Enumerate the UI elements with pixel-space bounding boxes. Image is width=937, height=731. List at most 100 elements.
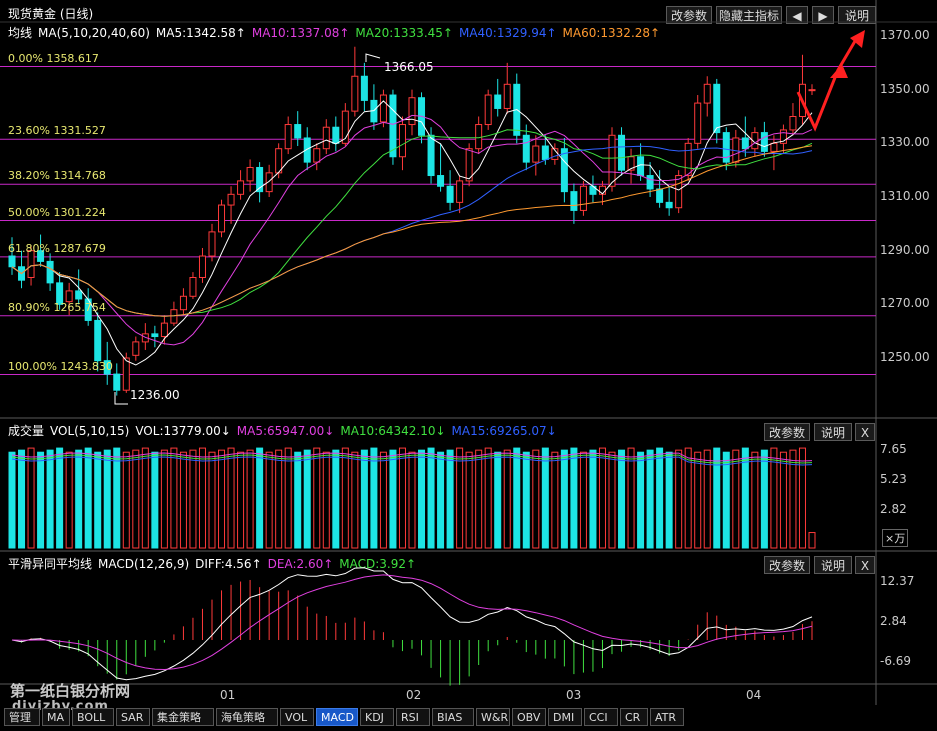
tab-atr[interactable]: ATR [650,708,684,726]
volume-bar [170,447,178,549]
volume-bar [732,449,740,549]
price-axis-label: 1290.00 [880,242,930,257]
tab-cci[interactable]: CCI [584,708,618,726]
volume-bar [446,449,454,549]
candle-body [541,145,549,160]
tab-bias[interactable]: BIAS [432,708,474,726]
tab-集金策略[interactable]: 集金策略 [152,708,214,726]
volume-bar [113,447,121,549]
candle-body [760,132,768,152]
candle-body [170,309,178,324]
volume-bar [122,451,130,549]
volume-bar [94,451,102,549]
tab-管理[interactable]: 管理 [4,708,40,726]
macd-axis-low: -6.69 [880,654,912,668]
fib-level-label: 38.20% 1314.768 [8,169,106,183]
volume-bar [503,449,511,549]
volume-bar [246,449,254,549]
tab-w&r[interactable]: W&R [476,708,510,726]
fib-level-label: 23.60% 1331.527 [8,124,106,138]
ma5-line [11,100,813,366]
volume-bar [294,451,302,549]
volume-bar [608,451,616,549]
volume-bar [75,449,83,549]
tab-rsi[interactable]: RSI [396,708,430,726]
candle-body [646,175,654,190]
candle-body [618,134,626,171]
volume-bar [256,447,264,549]
candle-body [322,126,330,150]
candle-body [484,94,492,126]
volume-bar [208,451,216,549]
volume-bar [570,447,578,549]
candle-body [227,193,235,206]
candle-body [122,357,130,391]
candle-body [246,166,254,182]
candle-body [294,124,302,139]
volume-bar [313,447,321,549]
candle-body [446,185,454,203]
tab-dmi[interactable]: DMI [548,708,582,726]
volume-bar [579,451,587,549]
tab-sar[interactable]: SAR [116,708,150,726]
tab-vol[interactable]: VOL [280,708,314,726]
price-axis-label: 1310.00 [880,189,930,203]
volume-bar [27,447,35,549]
tab-kdj[interactable]: KDJ [360,708,394,726]
volume-bar [522,451,530,549]
volume-bar [8,451,16,549]
volume-bar [284,447,292,549]
tab-海龟策略[interactable]: 海龟策略 [216,708,278,726]
candle-body [713,83,721,134]
candle-body [808,89,816,92]
fib-level-label: 0.00% 1358.617 [8,51,99,65]
candle-body [198,255,206,278]
x-axis-label-01: 01 [220,688,236,702]
volume-bar [56,447,64,549]
high-annotation: 1366.05 [384,60,434,74]
volume-axis-low: 2.82 [880,502,907,516]
price-axis-label: 1250.00 [880,350,930,364]
volume-bar [332,449,340,549]
candle-body [113,373,121,391]
volume-bar [665,451,673,549]
candle-body [741,137,749,150]
volume-bar [303,449,311,549]
candle-body [608,134,616,187]
candle-body [494,94,502,109]
high-marker [365,53,381,62]
volume-bar [160,449,168,549]
watermark-title: 第一纸白银分析网 [10,682,131,700]
volume-axis-top: 7.65 [880,442,907,456]
tab-macd[interactable]: MACD [316,708,358,726]
x-axis-label-04: 04 [746,688,762,702]
tab-obv[interactable]: OBV [512,708,546,726]
candle-body [189,277,197,297]
fib-level-label: 100.00% 1243.830 [8,359,113,373]
volume-bar [656,447,664,549]
volume-bar [132,449,140,549]
tab-ma[interactable]: MA [42,708,70,726]
volume-bar [560,449,568,549]
volume-bar [598,447,606,549]
candle-body [503,83,511,109]
volume-bar [37,451,45,549]
candle-body [684,142,692,177]
candle-body [8,255,16,268]
x-axis-label-03: 03 [566,688,582,702]
volume-bar [227,447,235,549]
candle-body [132,341,140,356]
volume-bar [103,449,111,549]
volume-bar [418,449,426,549]
candlestick-chart[interactable] [0,0,937,731]
x-axis-label-02: 02 [406,688,422,702]
candle-body [389,94,397,158]
volume-bar [408,451,416,549]
ma40-line [11,145,813,317]
tab-boll[interactable]: BOLL [72,708,114,726]
volume-bar [398,447,406,549]
tab-cr[interactable]: CR [620,708,648,726]
volume-bar [779,451,787,549]
volume-bar [541,447,549,549]
volume-bar [351,451,359,549]
